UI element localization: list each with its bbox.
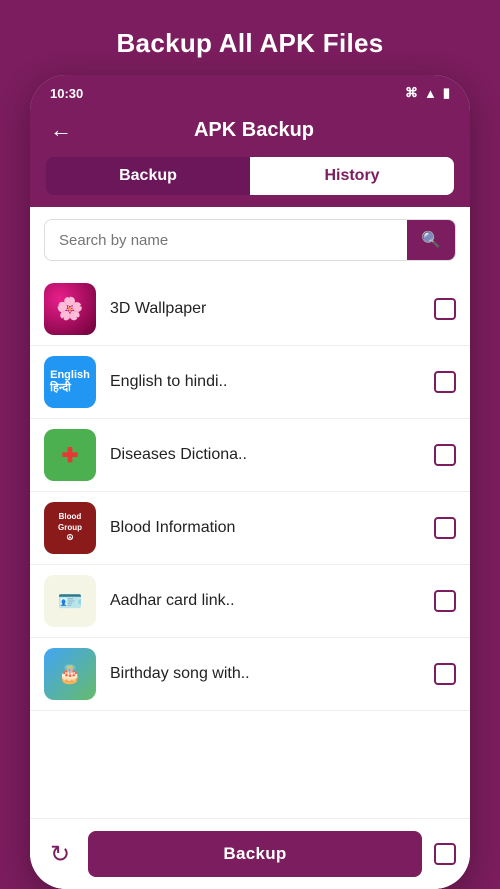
tab-backup[interactable]: Backup (46, 157, 250, 195)
status-bar: 10:30 ⌘ ▲ ▮ (30, 75, 470, 107)
tab-history[interactable]: History (250, 157, 454, 195)
search-icon: 🔍 (421, 230, 441, 250)
checkbox-aadhar-card[interactable] (434, 590, 456, 612)
app-list: 🌸 3D Wallpaper Englishहिन्दी English to … (30, 273, 470, 818)
app-name-blood-info: Blood Information (110, 519, 420, 537)
app-name-aadhar-card: Aadhar card link.. (110, 592, 420, 610)
status-time: 10:30 (50, 86, 83, 101)
app-name-english-hindi: English to hindi.. (110, 373, 420, 391)
checkbox-3d-wallpaper[interactable] (434, 298, 456, 320)
tab-bar: Backup History (30, 157, 470, 207)
app-name-3d-wallpaper: 3D Wallpaper (110, 300, 420, 318)
bottom-bar: ↻ Backup (30, 818, 470, 889)
checkbox-birthday-song[interactable] (434, 663, 456, 685)
select-all-checkbox[interactable] (434, 843, 456, 865)
page-title: Backup All APK Files (96, 0, 403, 75)
content-area: 🔍 🌸 3D Wallpaper Englishहिन्दी English t… (30, 207, 470, 889)
list-item: 🌸 3D Wallpaper (30, 273, 470, 346)
list-item: 🪪 Aadhar card link.. (30, 565, 470, 638)
signal-icon: ▲ (424, 86, 437, 101)
search-bar: 🔍 (44, 219, 456, 261)
app-name-birthday-song: Birthday song with.. (110, 665, 420, 683)
app-icon-diseases-dict: ✚ (44, 429, 96, 481)
app-icon-3d-wallpaper: 🌸 (44, 283, 96, 335)
refresh-icon[interactable]: ↻ (44, 838, 76, 870)
app-icon-blood-info: BloodGroup☮ (44, 502, 96, 554)
wifi-icon: ⌘ (405, 85, 418, 101)
list-item: BloodGroup☮ Blood Information (30, 492, 470, 565)
checkbox-english-hindi[interactable] (434, 371, 456, 393)
search-input[interactable] (45, 222, 407, 259)
status-icons: ⌘ ▲ ▮ (405, 85, 450, 101)
list-item: ✚ Diseases Dictiona.. (30, 419, 470, 492)
list-item: Englishहिन्दी English to hindi.. (30, 346, 470, 419)
search-button[interactable]: 🔍 (407, 220, 455, 260)
app-bar-title: APK Backup (88, 119, 450, 142)
phone-frame: 10:30 ⌘ ▲ ▮ ← APK Backup Backup History … (30, 75, 470, 889)
app-icon-english-hindi: Englishहिन्दी (44, 356, 96, 408)
backup-button[interactable]: Backup (88, 831, 422, 877)
app-bar: ← APK Backup (30, 107, 470, 157)
app-icon-birthday-song: 🎂 (44, 648, 96, 700)
app-icon-aadhar-card: 🪪 (44, 575, 96, 627)
checkbox-diseases-dict[interactable] (434, 444, 456, 466)
list-item: 🎂 Birthday song with.. (30, 638, 470, 711)
battery-icon: ▮ (443, 85, 450, 101)
app-name-diseases-dict: Diseases Dictiona.. (110, 446, 420, 464)
checkbox-blood-info[interactable] (434, 517, 456, 539)
back-button[interactable]: ← (50, 117, 72, 143)
